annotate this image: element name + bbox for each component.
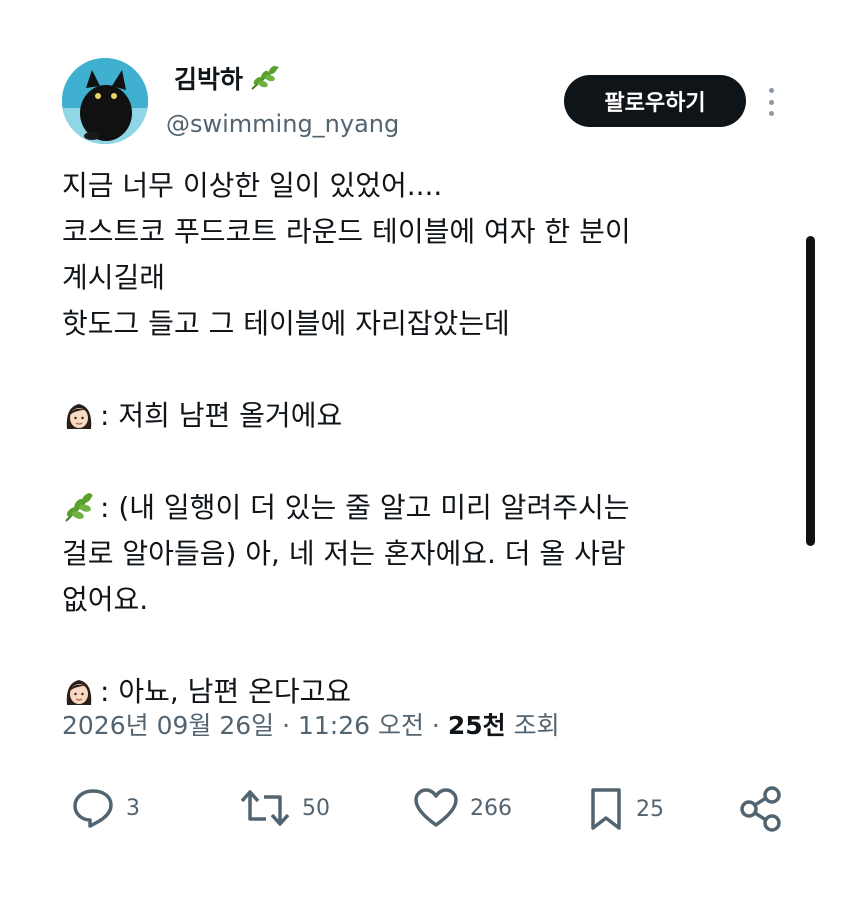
bookmark-button[interactable]: 25 [586,785,664,833]
tweet-line: 걸로 알아들음) 아, 네 저는 혼자에요. 더 올 사람 [62,537,626,570]
woman-face-icon [66,680,92,705]
display-name-text: 김박하 [174,65,244,94]
reply-button[interactable]: 3 [70,785,140,831]
tweet-time[interactable]: 11:26 오전 [298,711,424,740]
heart-icon [414,788,458,827]
tweet-date[interactable]: 2026년 09월 26일 [62,711,274,740]
scrollbar[interactable] [806,236,815,546]
tweet-line: 핫도그 들고 그 테이블에 자리잡았는데 [62,307,510,340]
share-button[interactable] [738,785,784,833]
woman-face-icon [66,404,92,429]
retweet-count: 50 [302,795,330,821]
like-button[interactable]: 266 [412,785,512,831]
tweet-text: 지금 너무 이상한 일이 있었어.... 코스트코 푸드코트 라운드 테이블에 … [62,163,802,715]
share-icon [740,786,781,832]
meta-separator: · [423,711,448,740]
tweet-line: 계시길래 [62,261,166,294]
bookmark-count: 25 [636,796,664,822]
herb-icon [251,65,279,90]
user-handle[interactable]: @swimming_nyang [166,110,399,138]
dialogue-text: : (내 일행이 더 있는 줄 알고 미리 알려주시는 [100,491,630,524]
bookmark-icon [591,788,621,830]
view-count: 25천 [447,711,506,740]
avatar[interactable] [62,58,148,144]
dialogue-text: : 저희 남편 올거에요 [100,399,343,432]
tweet-line: 코스트코 푸드코트 라운드 테이블에 여자 한 분이 [62,215,631,248]
herb-icon [65,493,93,522]
view-label: 조회 [505,711,560,740]
tweet-line: 없어요. [62,583,149,616]
dialogue-line: : (내 일행이 더 있는 줄 알고 미리 알려주시는 [62,485,802,531]
meta-separator: · [274,711,298,740]
follow-button[interactable]: 팔로우하기 [564,75,746,127]
dialogue-line: : 저희 남편 올거에요 [62,393,802,439]
like-count: 266 [470,795,512,821]
retweet-icon [240,790,290,826]
retweet-button[interactable]: 50 [238,785,330,831]
tweet-meta: 2026년 09월 26일 · 11:26 오전 · 25천 조회 [62,706,560,742]
black-cat-avatar-image [62,58,148,144]
tweet-line: 지금 너무 이상한 일이 있었어.... [62,169,443,202]
action-bar: 3 50 266 25 [0,785,850,845]
display-name[interactable]: 김박하 [174,60,281,96]
reply-count: 3 [126,795,140,821]
reply-icon [73,789,113,828]
more-options-icon[interactable] [765,88,777,116]
